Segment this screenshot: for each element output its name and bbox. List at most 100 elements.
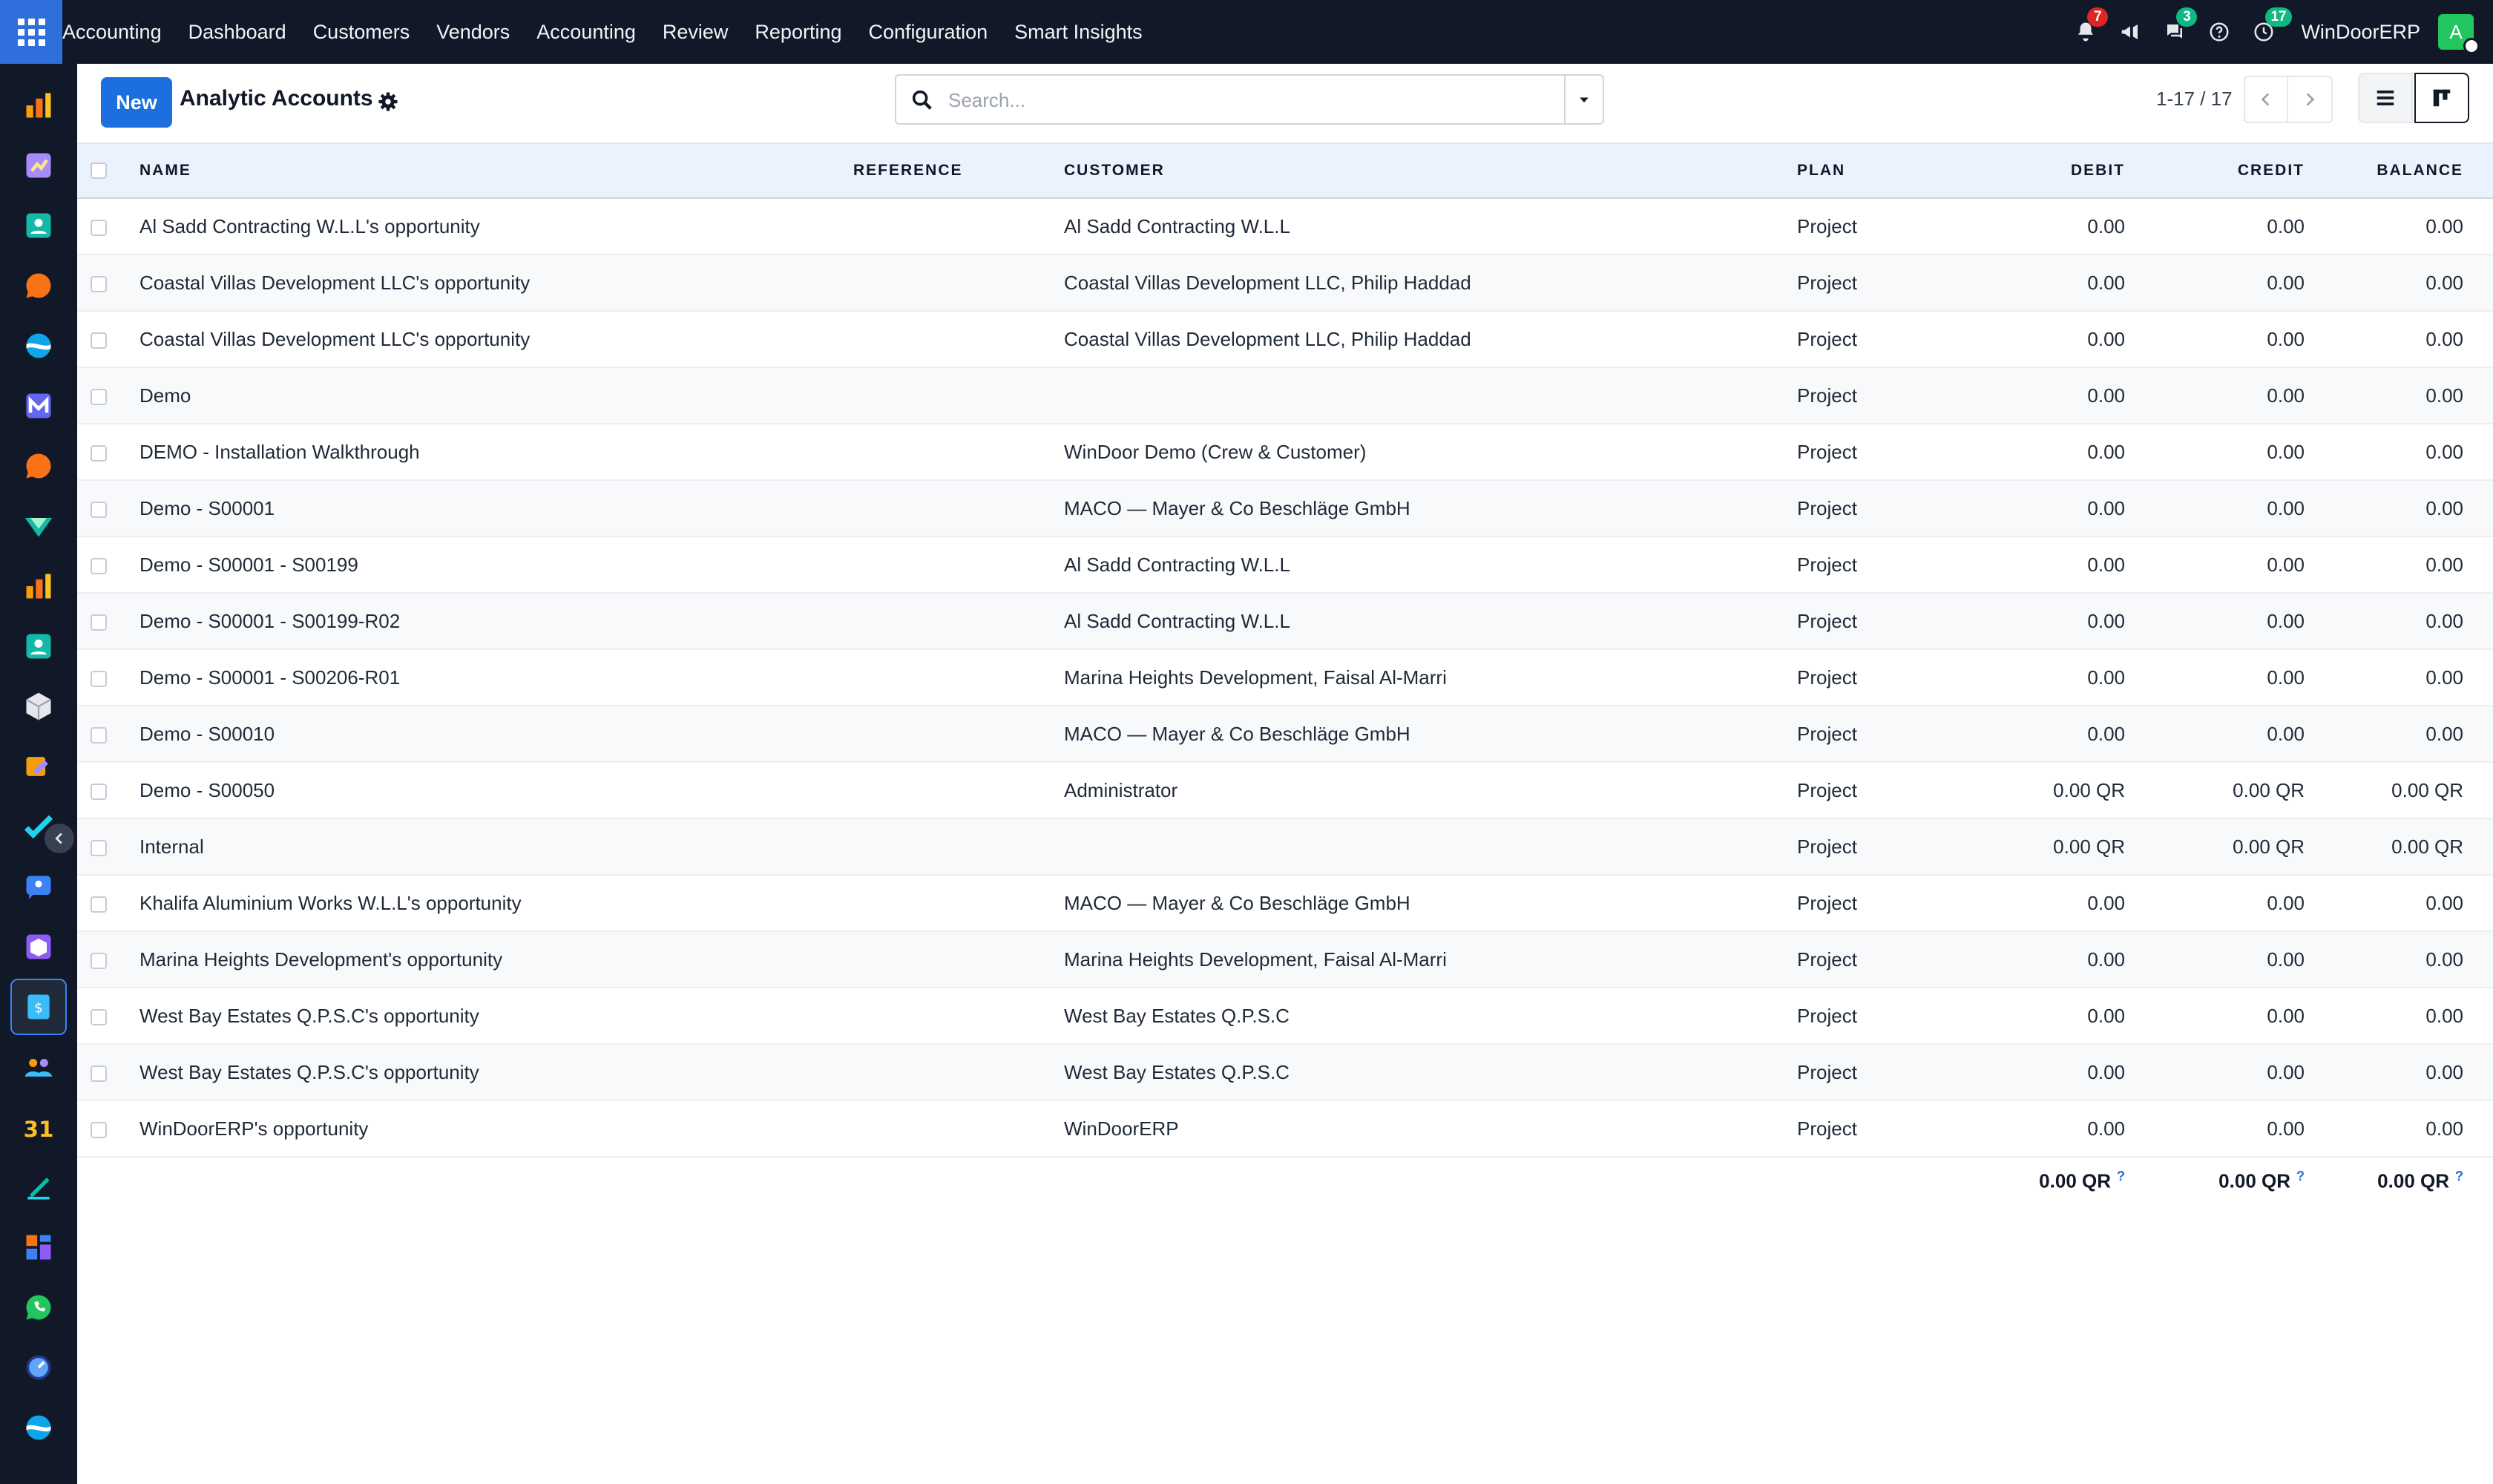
cell-name[interactable]: Demo - S00001 - S00199	[139, 536, 853, 593]
cell-customer[interactable]	[1064, 818, 1797, 875]
cell-reference[interactable]	[853, 480, 1064, 536]
column-customer[interactable]: CUSTOMER	[1064, 143, 1797, 198]
search-options-toggle[interactable]	[1564, 76, 1603, 123]
cell-credit[interactable]: 0.00	[2125, 649, 2305, 706]
company-switcher[interactable]: WinDoorERP	[2301, 21, 2420, 44]
cell-plan[interactable]: Project	[1797, 818, 1945, 875]
cell-name[interactable]: WinDoorERP's opportunity	[139, 1100, 853, 1157]
column-name[interactable]: NAME	[139, 143, 853, 198]
cell-balance[interactable]: 0.00	[2305, 198, 2493, 255]
column-reference[interactable]: REFERENCE	[853, 143, 1064, 198]
sidebar-app-crm[interactable]	[10, 498, 67, 554]
cell-customer[interactable]: Al Sadd Contracting W.L.L	[1064, 536, 1797, 593]
apps-menu-button[interactable]	[0, 0, 62, 64]
cell-balance[interactable]: 0.00	[2305, 1100, 2493, 1157]
row-checkbox[interactable]	[91, 896, 107, 913]
cell-reference[interactable]	[853, 706, 1064, 762]
sidebar-app-purchase[interactable]	[10, 919, 67, 975]
cell-credit[interactable]: 0.00	[2125, 593, 2305, 649]
table-row[interactable]: Khalifa Aluminium Works W.L.L's opportun…	[77, 875, 2493, 931]
announcements-button[interactable]	[2115, 0, 2145, 64]
cell-reference[interactable]	[853, 931, 1064, 988]
cell-debit[interactable]: 0.00	[1945, 988, 2125, 1044]
cell-customer[interactable]: Coastal Villas Development LLC, Philip H…	[1064, 255, 1797, 311]
cell-debit[interactable]: 0.00	[1945, 198, 2125, 255]
cell-plan[interactable]: Project	[1797, 762, 1945, 818]
cell-debit[interactable]: 0.00 QR	[1945, 818, 2125, 875]
cell-balance[interactable]: 0.00	[2305, 255, 2493, 311]
table-row[interactable]: Marina Heights Development's opportunity…	[77, 931, 2493, 988]
cell-credit[interactable]: 0.00	[2125, 367, 2305, 424]
row-checkbox[interactable]	[91, 444, 107, 462]
cell-customer[interactable]: WinDoor Demo (Crew & Customer)	[1064, 424, 1797, 480]
cell-balance[interactable]: 0.00	[2305, 1044, 2493, 1100]
cell-reference[interactable]	[853, 1044, 1064, 1100]
sidebar-app-invoicing[interactable]: $	[10, 979, 67, 1035]
cell-credit[interactable]: 0.00	[2125, 311, 2305, 367]
cell-debit[interactable]: 0.00	[1945, 255, 2125, 311]
menu-accounting[interactable]: Accounting	[523, 0, 649, 64]
table-row[interactable]: Demo - S00001 - S00199 Al Sadd Contractin…	[77, 536, 2493, 593]
pager-next-button[interactable]	[2288, 76, 2333, 123]
cell-debit[interactable]: 0.00	[1945, 931, 2125, 988]
sidebar-app-whatsapp[interactable]	[10, 1279, 67, 1336]
sidebar-app-inventory[interactable]	[10, 678, 67, 735]
cell-debit[interactable]: 0.00	[1945, 1100, 2125, 1157]
cell-plan[interactable]: Project	[1797, 480, 1945, 536]
cell-plan[interactable]: Project	[1797, 311, 1945, 367]
cell-reference[interactable]	[853, 198, 1064, 255]
row-checkbox[interactable]	[91, 614, 107, 631]
cell-customer[interactable]: Marina Heights Development, Faisal Al-Ma…	[1064, 931, 1797, 988]
activities-button[interactable]: 17	[2249, 0, 2292, 64]
messages-button[interactable]: 3	[2160, 0, 2198, 64]
cell-reference[interactable]	[853, 367, 1064, 424]
cell-reference[interactable]	[853, 875, 1064, 931]
cell-reference[interactable]	[853, 424, 1064, 480]
cell-credit[interactable]: 0.00	[2125, 198, 2305, 255]
table-row[interactable]: WinDoorERP's opportunity WinDoorERP Projec…	[77, 1100, 2493, 1157]
cell-debit[interactable]: 0.00	[1945, 649, 2125, 706]
cell-name[interactable]: Demo - S00001 - S00206-R01	[139, 649, 853, 706]
cell-reference[interactable]	[853, 255, 1064, 311]
pager-previous-button[interactable]	[2244, 76, 2288, 123]
row-checkbox[interactable]	[91, 839, 107, 856]
pager-value[interactable]: 1-17 / 17	[2156, 88, 2233, 111]
row-checkbox[interactable]	[91, 332, 107, 349]
cell-credit[interactable]: 0.00	[2125, 706, 2305, 762]
search-icon[interactable]	[910, 88, 935, 113]
row-checkbox[interactable]	[91, 388, 107, 405]
cell-debit[interactable]: 0.00	[1945, 311, 2125, 367]
cell-reference[interactable]	[853, 1100, 1064, 1157]
table-row[interactable]: Demo Project 0.00 0.00 0.00	[77, 367, 2493, 424]
cell-reference[interactable]	[853, 762, 1064, 818]
sidebar-app-email-marketing[interactable]	[10, 378, 67, 434]
select-all-checkbox[interactable]	[91, 162, 107, 180]
cell-plan[interactable]: Project	[1797, 988, 1945, 1044]
total-balance-help-icon[interactable]: ?	[2455, 1169, 2463, 1183]
cell-customer[interactable]: MACO — Mayer & Co Beschläge GmbH	[1064, 875, 1797, 931]
search-input[interactable]	[948, 85, 1534, 116]
cell-name[interactable]: Internal	[139, 818, 853, 875]
row-checkbox[interactable]	[91, 670, 107, 687]
cell-name[interactable]: Khalifa Aluminium Works W.L.L's opportun…	[139, 875, 853, 931]
user-avatar[interactable]: A	[2438, 14, 2480, 54]
cell-plan[interactable]: Project	[1797, 255, 1945, 311]
row-checkbox[interactable]	[91, 557, 107, 574]
cell-credit[interactable]: 0.00	[2125, 931, 2305, 988]
sidebar-app-manufacturing[interactable]	[10, 738, 67, 795]
row-checkbox[interactable]	[91, 1065, 107, 1082]
cell-debit[interactable]: 0.00	[1945, 424, 2125, 480]
sidebar-app-dashboards[interactable]	[10, 1219, 67, 1275]
sidebar-app-helpdesk[interactable]	[10, 858, 67, 915]
row-checkbox[interactable]	[91, 275, 107, 292]
sidebar-app-calendar[interactable]: 31	[10, 1099, 67, 1155]
row-checkbox[interactable]	[91, 783, 107, 800]
cell-customer[interactable]: West Bay Estates Q.P.S.C	[1064, 1044, 1797, 1100]
cell-plan[interactable]: Project	[1797, 536, 1945, 593]
cell-customer[interactable]: Al Sadd Contracting W.L.L	[1064, 593, 1797, 649]
row-checkbox[interactable]	[91, 1008, 107, 1025]
column-credit[interactable]: CREDIT	[2125, 143, 2305, 198]
cell-balance[interactable]: 0.00	[2305, 706, 2493, 762]
cell-plan[interactable]: Project	[1797, 367, 1945, 424]
cell-balance[interactable]: 0.00	[2305, 311, 2493, 367]
